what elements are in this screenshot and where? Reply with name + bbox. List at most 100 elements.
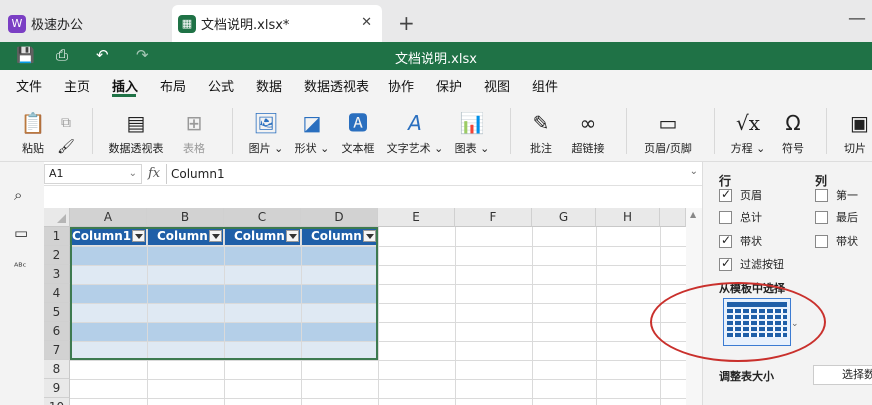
checkbox[interactable] [719, 256, 732, 271]
row-header[interactable]: 5 [44, 303, 70, 322]
sqrt-icon: √x [735, 111, 761, 135]
menu-data[interactable]: 数据 [256, 76, 282, 95]
menu-component[interactable]: 组件 [532, 76, 558, 95]
textbox-button[interactable]: 🅰 文本框 [338, 110, 378, 156]
comment-button[interactable]: ✎ 批注 [524, 110, 558, 156]
chevron-down-icon[interactable]: ⌄ [129, 165, 137, 183]
chevron-down-icon[interactable]: ⌄ [690, 166, 698, 177]
left-toolbar: ⌕ ▭ ᴬᴮᶜ [0, 162, 44, 405]
chevron-down-icon[interactable]: ⌄ [791, 319, 799, 329]
copy-icon: ⧉ [61, 115, 71, 131]
spreadsheet-icon: ▦ [178, 14, 196, 33]
column-header-b[interactable]: B [147, 208, 224, 227]
menu-home[interactable]: 主页 [64, 76, 90, 95]
slicer-button[interactable]: ▣ 切片 [844, 110, 872, 156]
clipboard-icon: 📋 [20, 111, 46, 135]
option-total-row[interactable]: 总计 [719, 209, 762, 225]
formula-input[interactable]: Column1 [171, 167, 225, 181]
checkbox[interactable] [815, 210, 828, 224]
image-button[interactable]: 🖼 图片 ⌄ [244, 110, 288, 156]
spellcheck-icon[interactable]: ᴬᴮᶜ [14, 262, 26, 273]
template-picker[interactable] [723, 298, 791, 346]
name-box[interactable]: A1 ⌄ [44, 164, 142, 184]
omega-icon: Ω [785, 111, 801, 135]
option-banded-rows[interactable]: 带状 [719, 233, 762, 249]
row-header[interactable]: 6 [44, 322, 70, 341]
column-header-g[interactable]: G [532, 208, 596, 227]
table-button[interactable]: ⊞ 表格 [174, 110, 214, 156]
row-header[interactable]: 9 [44, 379, 70, 398]
resize-table-label: 调整表大小 [719, 370, 774, 383]
checkbox[interactable] [719, 233, 732, 248]
spreadsheet-grid[interactable]: A B C D E F G H 1 2 3 4 5 6 7 8 9 10 Col… [44, 208, 702, 405]
ribbon-divider [626, 108, 627, 154]
equation-button[interactable]: √x 方程 ⌄ [728, 110, 768, 156]
menu-file[interactable]: 文件 [16, 76, 42, 95]
hyperlink-button[interactable]: ∞ 超链接 [566, 110, 610, 156]
paste-button[interactable]: 📋 粘贴 [14, 110, 52, 156]
scroll-up-icon[interactable]: ▲ [690, 210, 696, 219]
row-header[interactable]: 7 [44, 341, 70, 360]
ribbon-divider [826, 108, 827, 154]
menu-view[interactable]: 视图 [484, 76, 510, 95]
option-first-column[interactable]: 第一 [815, 187, 858, 203]
column-header-c[interactable]: C [224, 208, 301, 227]
row-header[interactable]: 2 [44, 246, 70, 265]
symbol-button[interactable]: Ω 符号 [776, 110, 810, 156]
ribbon-divider [92, 108, 93, 154]
column-header-e[interactable]: E [378, 208, 455, 227]
header-footer-button[interactable]: ▭ 页眉/页脚 [640, 110, 696, 156]
minimize-icon[interactable]: — [848, 8, 866, 29]
option-header-row[interactable]: 页眉 [719, 187, 762, 203]
select-data-button[interactable]: 选择数 [813, 365, 872, 385]
comment-icon[interactable]: ▭ [14, 224, 28, 242]
chart-button[interactable]: 📊 图表 ⌄ [452, 110, 492, 156]
column-header-h[interactable]: H [596, 208, 660, 227]
row-header[interactable]: 3 [44, 265, 70, 284]
menu-collaborate[interactable]: 协作 [388, 76, 414, 95]
select-all-corner[interactable] [44, 208, 70, 227]
new-tab-icon[interactable]: + [398, 11, 415, 35]
document-title: 文档说明.xlsx [395, 52, 477, 67]
search-icon[interactable]: ⌕ [14, 186, 22, 204]
comment-icon: ✎ [532, 111, 550, 135]
menu-formula[interactable]: 公式 [208, 76, 234, 95]
chart-icon: 📊 [459, 111, 485, 135]
text-art-button[interactable]: A 文字艺术 ⌄ [386, 110, 444, 156]
link-icon: ∞ [579, 111, 597, 135]
row-header[interactable]: 10 [44, 398, 70, 405]
row-header[interactable]: 1 [44, 227, 70, 246]
active-menu-indicator [112, 94, 136, 97]
row-header[interactable]: 4 [44, 284, 70, 303]
brush-icon: 🖌 [57, 139, 75, 155]
tab-document[interactable]: ▦ 文档说明.xlsx* ✕ [172, 5, 382, 42]
column-header-f[interactable]: F [455, 208, 532, 227]
format-painter-button[interactable]: 🖌 [56, 134, 76, 164]
title-bar: 💾 ⎙ ↶ ↷ 文档说明.xlsx [0, 42, 872, 70]
tab-label: 极速办公 [31, 18, 84, 33]
formula-bar: A1 ⌄ fx Column1 ⌄ [44, 162, 702, 186]
column-header-i[interactable] [660, 208, 686, 227]
tab-label: 文档说明.xlsx* [201, 18, 290, 33]
checkbox[interactable] [815, 188, 828, 202]
checkbox[interactable] [719, 187, 732, 202]
option-banded-columns[interactable]: 带状 [815, 233, 858, 249]
menu-insert[interactable]: 插入 [112, 76, 138, 95]
menu-layout[interactable]: 布局 [160, 76, 186, 95]
option-filter-button[interactable]: 过滤按钮 [719, 256, 784, 272]
checkbox[interactable] [719, 210, 732, 224]
function-icon[interactable]: fx [148, 166, 160, 181]
pivot-table-button[interactable]: ▤ 数据透视表 [106, 110, 166, 156]
column-header-a[interactable]: A [70, 208, 147, 227]
menu-pivot-table[interactable]: 数据透视表 [304, 76, 369, 95]
checkbox[interactable] [815, 234, 828, 248]
menu-protect[interactable]: 保护 [436, 76, 462, 95]
close-icon[interactable]: ✕ [361, 15, 372, 30]
app-logo-icon: W [8, 14, 26, 33]
row-header[interactable]: 8 [44, 360, 70, 379]
tab-home-app[interactable]: W 极速办公 [8, 5, 168, 42]
option-last-column[interactable]: 最后 [815, 209, 858, 225]
column-header-d[interactable]: D [301, 208, 378, 227]
shape-button[interactable]: ◪ 形状 ⌄ [290, 110, 334, 156]
vertical-scrollbar[interactable]: ▲ [686, 208, 702, 405]
